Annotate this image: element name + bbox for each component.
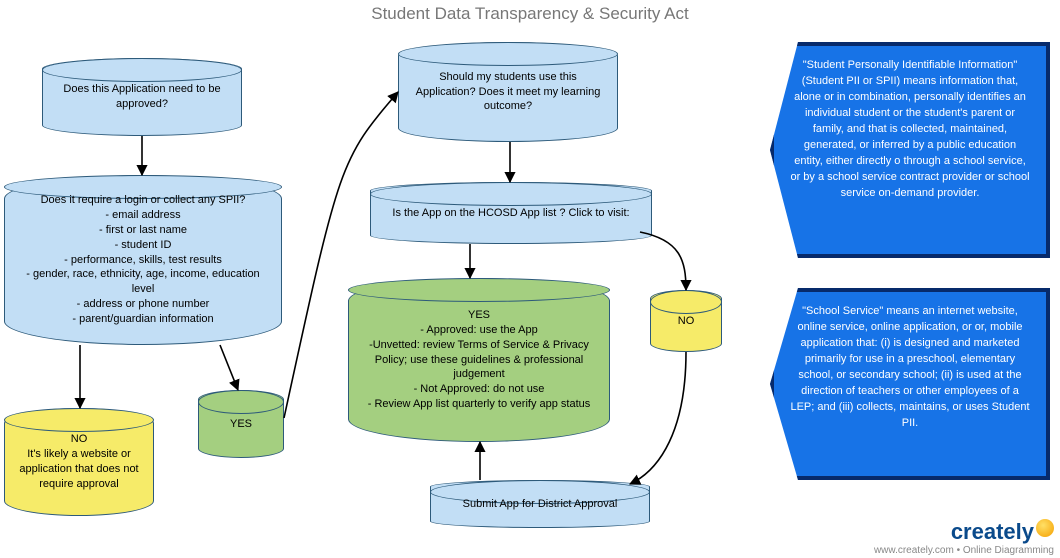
diagram-title: Student Data Transparency & Security Act xyxy=(0,4,1060,24)
node-no-approval-needed: NO It's likely a website or application … xyxy=(4,408,154,516)
node-yes-guidance: YES - Approved: use the App -Unvetted: r… xyxy=(348,278,610,442)
lightbulb-icon xyxy=(1036,519,1054,537)
node-learning-outcome: Should my students use this Application?… xyxy=(398,42,618,142)
node-need-approval: Does this Application need to be approve… xyxy=(42,58,242,136)
panel-school-service-definition: "School Service" means an internet websi… xyxy=(770,288,1050,480)
node-collect-spii: Does it require a login or collect any S… xyxy=(4,175,282,345)
node-submit-approval[interactable]: Submit App for District Approval xyxy=(430,480,650,528)
node-yes-small: YES xyxy=(198,390,284,458)
creately-logo: creately www.creately.com • Online Diagr… xyxy=(874,519,1054,556)
panel-spii-definition: "Student Personally Identifiable Informa… xyxy=(770,42,1050,258)
node-no-small: NO xyxy=(650,290,722,352)
node-on-applist[interactable]: Is the App on the HCOSD App list ? Click… xyxy=(370,182,652,244)
